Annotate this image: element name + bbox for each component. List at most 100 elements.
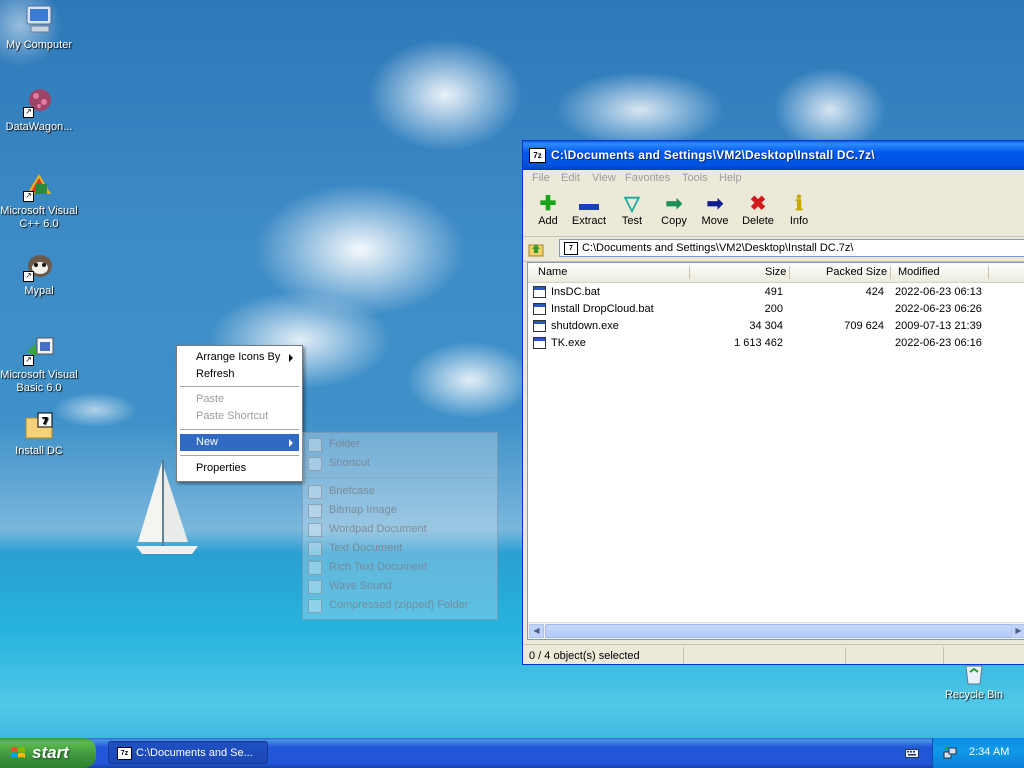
status-divider bbox=[845, 647, 846, 664]
move-button[interactable]: ➡ Move bbox=[695, 193, 735, 227]
shortcut-arrow-icon: ↗ bbox=[23, 191, 34, 202]
file-row[interactable]: shutdown.exe 34 304 709 624 2009-07-13 2… bbox=[528, 318, 1024, 335]
address-input[interactable]: 7 C:\Documents and Settings\VM2\Desktop\… bbox=[559, 239, 1024, 257]
menu-favorites[interactable]: Favorites bbox=[625, 172, 670, 184]
test-button[interactable]: ▽ Test bbox=[612, 193, 652, 227]
desktop-icon-my-computer[interactable]: My Computer bbox=[0, 4, 79, 52]
scrollbar-thumb[interactable] bbox=[545, 624, 1015, 638]
keyboard-icon[interactable] bbox=[905, 747, 919, 759]
menu-item-label: Refresh bbox=[196, 368, 235, 380]
exe-file-icon bbox=[533, 337, 546, 349]
submenu-item-wordpad-document[interactable]: Wordpad Document bbox=[303, 520, 497, 539]
menu-item-label: Arrange Icons By bbox=[196, 351, 281, 363]
file-row[interactable]: InsDC.bat 491 424 2022-06-23 06:13 bbox=[528, 284, 1024, 301]
file-list: Name Size Packed Size Modified InsDC.bat… bbox=[527, 262, 1024, 640]
text-document-icon bbox=[308, 542, 322, 556]
start-button[interactable]: start bbox=[0, 738, 96, 768]
menu-item-arrange-icons-by[interactable]: Arrange Icons By bbox=[180, 349, 299, 366]
toolbar-label: Move bbox=[701, 215, 729, 227]
network-icon[interactable] bbox=[943, 746, 957, 760]
file-modified: 2022-06-23 06:26 bbox=[895, 303, 982, 315]
scroll-right-icon[interactable]: ▶ bbox=[1011, 624, 1024, 638]
horizontal-scrollbar[interactable]: ◀ ▶ bbox=[528, 622, 1024, 639]
window-titlebar[interactable]: 7z C:\Documents and Settings\VM2\Desktop… bbox=[523, 141, 1024, 170]
submenu-item-text-document[interactable]: Text Document bbox=[303, 539, 497, 558]
column-divider[interactable] bbox=[689, 266, 690, 279]
menu-view[interactable]: View bbox=[592, 172, 616, 184]
submenu-arrow-icon bbox=[289, 354, 293, 362]
submenu-item-label: Compressed (zipped) Folder bbox=[329, 599, 469, 611]
wave-sound-icon bbox=[308, 580, 322, 594]
scroll-left-icon[interactable]: ◀ bbox=[529, 624, 544, 638]
desktop-icon-install-dc[interactable]: 7 Install DC bbox=[0, 410, 79, 458]
file-modified: 2022-06-23 06:13 bbox=[895, 286, 982, 298]
zip-folder-icon bbox=[308, 599, 322, 613]
menu-separator bbox=[180, 455, 299, 456]
menu-item-new[interactable]: New bbox=[180, 434, 299, 451]
column-header-modified[interactable]: Modified bbox=[898, 266, 940, 278]
file-row[interactable]: TK.exe 1 613 462 2022-06-23 06:16 bbox=[528, 335, 1024, 352]
submenu-item-folder[interactable]: Folder bbox=[303, 435, 497, 454]
taskbar-button-label: C:\Documents and Se... bbox=[136, 747, 253, 759]
column-header-name[interactable]: Name bbox=[538, 266, 567, 278]
menu-item-properties[interactable]: Properties bbox=[180, 460, 299, 477]
info-icon: ℹ bbox=[795, 193, 803, 215]
address-value: C:\Documents and Settings\VM2\Desktop\In… bbox=[582, 242, 854, 254]
column-header-packed-size[interactable]: Packed Size bbox=[826, 266, 887, 278]
7zip-file-manager-window: 7z C:\Documents and Settings\VM2\Desktop… bbox=[522, 140, 1024, 665]
submenu-item-rich-text-document[interactable]: Rich Text Document bbox=[303, 558, 497, 577]
delete-icon: ✖ bbox=[749, 193, 767, 215]
menu-item-refresh[interactable]: Refresh bbox=[180, 366, 299, 383]
datawagon-icon: ↗ bbox=[23, 86, 55, 118]
folder-up-icon[interactable] bbox=[528, 241, 544, 257]
file-name: InsDC.bat bbox=[551, 286, 600, 298]
desktop-icon-recycle-bin[interactable]: Recycle Bin bbox=[934, 664, 1014, 702]
desktop-icon-label: Microsoft Visual C++ 6.0 bbox=[0, 205, 78, 230]
briefcase-icon bbox=[308, 485, 322, 499]
desktop-icon-label: Install DC bbox=[15, 445, 63, 457]
submenu-item-label: Bitmap Image bbox=[329, 504, 397, 516]
copy-button[interactable]: ➡ Copy bbox=[654, 193, 694, 227]
file-list-header: Name Size Packed Size Modified bbox=[528, 263, 1024, 283]
desktop-icon-label: Microsoft Visual Basic 6.0 bbox=[0, 369, 78, 394]
add-button[interactable]: ✚ Add bbox=[528, 193, 568, 227]
desktop-icon-mypal[interactable]: ↗ Mypal bbox=[0, 250, 79, 298]
taskbar-button-7zip[interactable]: 7z C:\Documents and Se... bbox=[108, 741, 268, 764]
column-divider[interactable] bbox=[890, 266, 891, 279]
column-divider[interactable] bbox=[988, 266, 989, 279]
submenu-item-compressed-folder[interactable]: Compressed (zipped) Folder bbox=[303, 596, 497, 615]
desktop-icon-datawagon[interactable]: ↗ DataWagon... bbox=[0, 86, 79, 134]
info-button[interactable]: ℹ Info bbox=[779, 193, 819, 227]
toolbar-label: Test bbox=[621, 215, 643, 227]
submenu-item-briefcase[interactable]: Briefcase bbox=[303, 482, 497, 501]
toolbar-label: Extract bbox=[571, 215, 607, 227]
submenu-item-bitmap-image[interactable]: Bitmap Image bbox=[303, 501, 497, 520]
menu-file[interactable]: File bbox=[532, 172, 550, 184]
new-submenu: Folder Shortcut Briefcase Bitmap Image W… bbox=[302, 432, 498, 620]
toolbar-label: Info bbox=[789, 215, 809, 227]
column-header-size[interactable]: Size bbox=[765, 266, 786, 278]
taskbar-clock[interactable]: 2:34 AM bbox=[969, 746, 1009, 758]
desktop-icon-visual-basic[interactable]: ↗ Microsoft Visual Basic 6.0 bbox=[0, 334, 79, 395]
file-size: 491 bbox=[764, 286, 783, 298]
menu-help[interactable]: Help bbox=[719, 172, 742, 184]
desktop-icon-label: My Computer bbox=[5, 39, 73, 51]
rich-text-icon bbox=[308, 561, 322, 575]
desktop-icon-visual-cpp[interactable]: ↗ Microsoft Visual C++ 6.0 bbox=[0, 170, 79, 231]
file-name: Install DropCloud.bat bbox=[551, 303, 654, 315]
file-size: 34 304 bbox=[749, 320, 783, 332]
menu-edit[interactable]: Edit bbox=[561, 172, 580, 184]
shortcut-arrow-icon: ↗ bbox=[23, 271, 34, 282]
visual-basic-icon: ↗ bbox=[23, 334, 55, 366]
submenu-item-label: Text Document bbox=[329, 542, 403, 554]
delete-button[interactable]: ✖ Delete bbox=[738, 193, 778, 227]
submenu-item-wave-sound[interactable]: Wave Sound bbox=[303, 577, 497, 596]
address-bar: 7 C:\Documents and Settings\VM2\Desktop\… bbox=[523, 237, 1024, 262]
menu-tools[interactable]: Tools bbox=[682, 172, 708, 184]
toolbar: ✚ Add ▬ Extract ▽ Test ➡ Copy ➡ Move ✖ D… bbox=[523, 189, 1024, 237]
extract-button[interactable]: ▬ Extract bbox=[569, 193, 609, 227]
submenu-item-shortcut[interactable]: Shortcut bbox=[303, 454, 497, 473]
menu-item-label: Paste bbox=[196, 393, 225, 405]
file-row[interactable]: Install DropCloud.bat 200 2022-06-23 06:… bbox=[528, 301, 1024, 318]
column-divider[interactable] bbox=[789, 266, 790, 279]
